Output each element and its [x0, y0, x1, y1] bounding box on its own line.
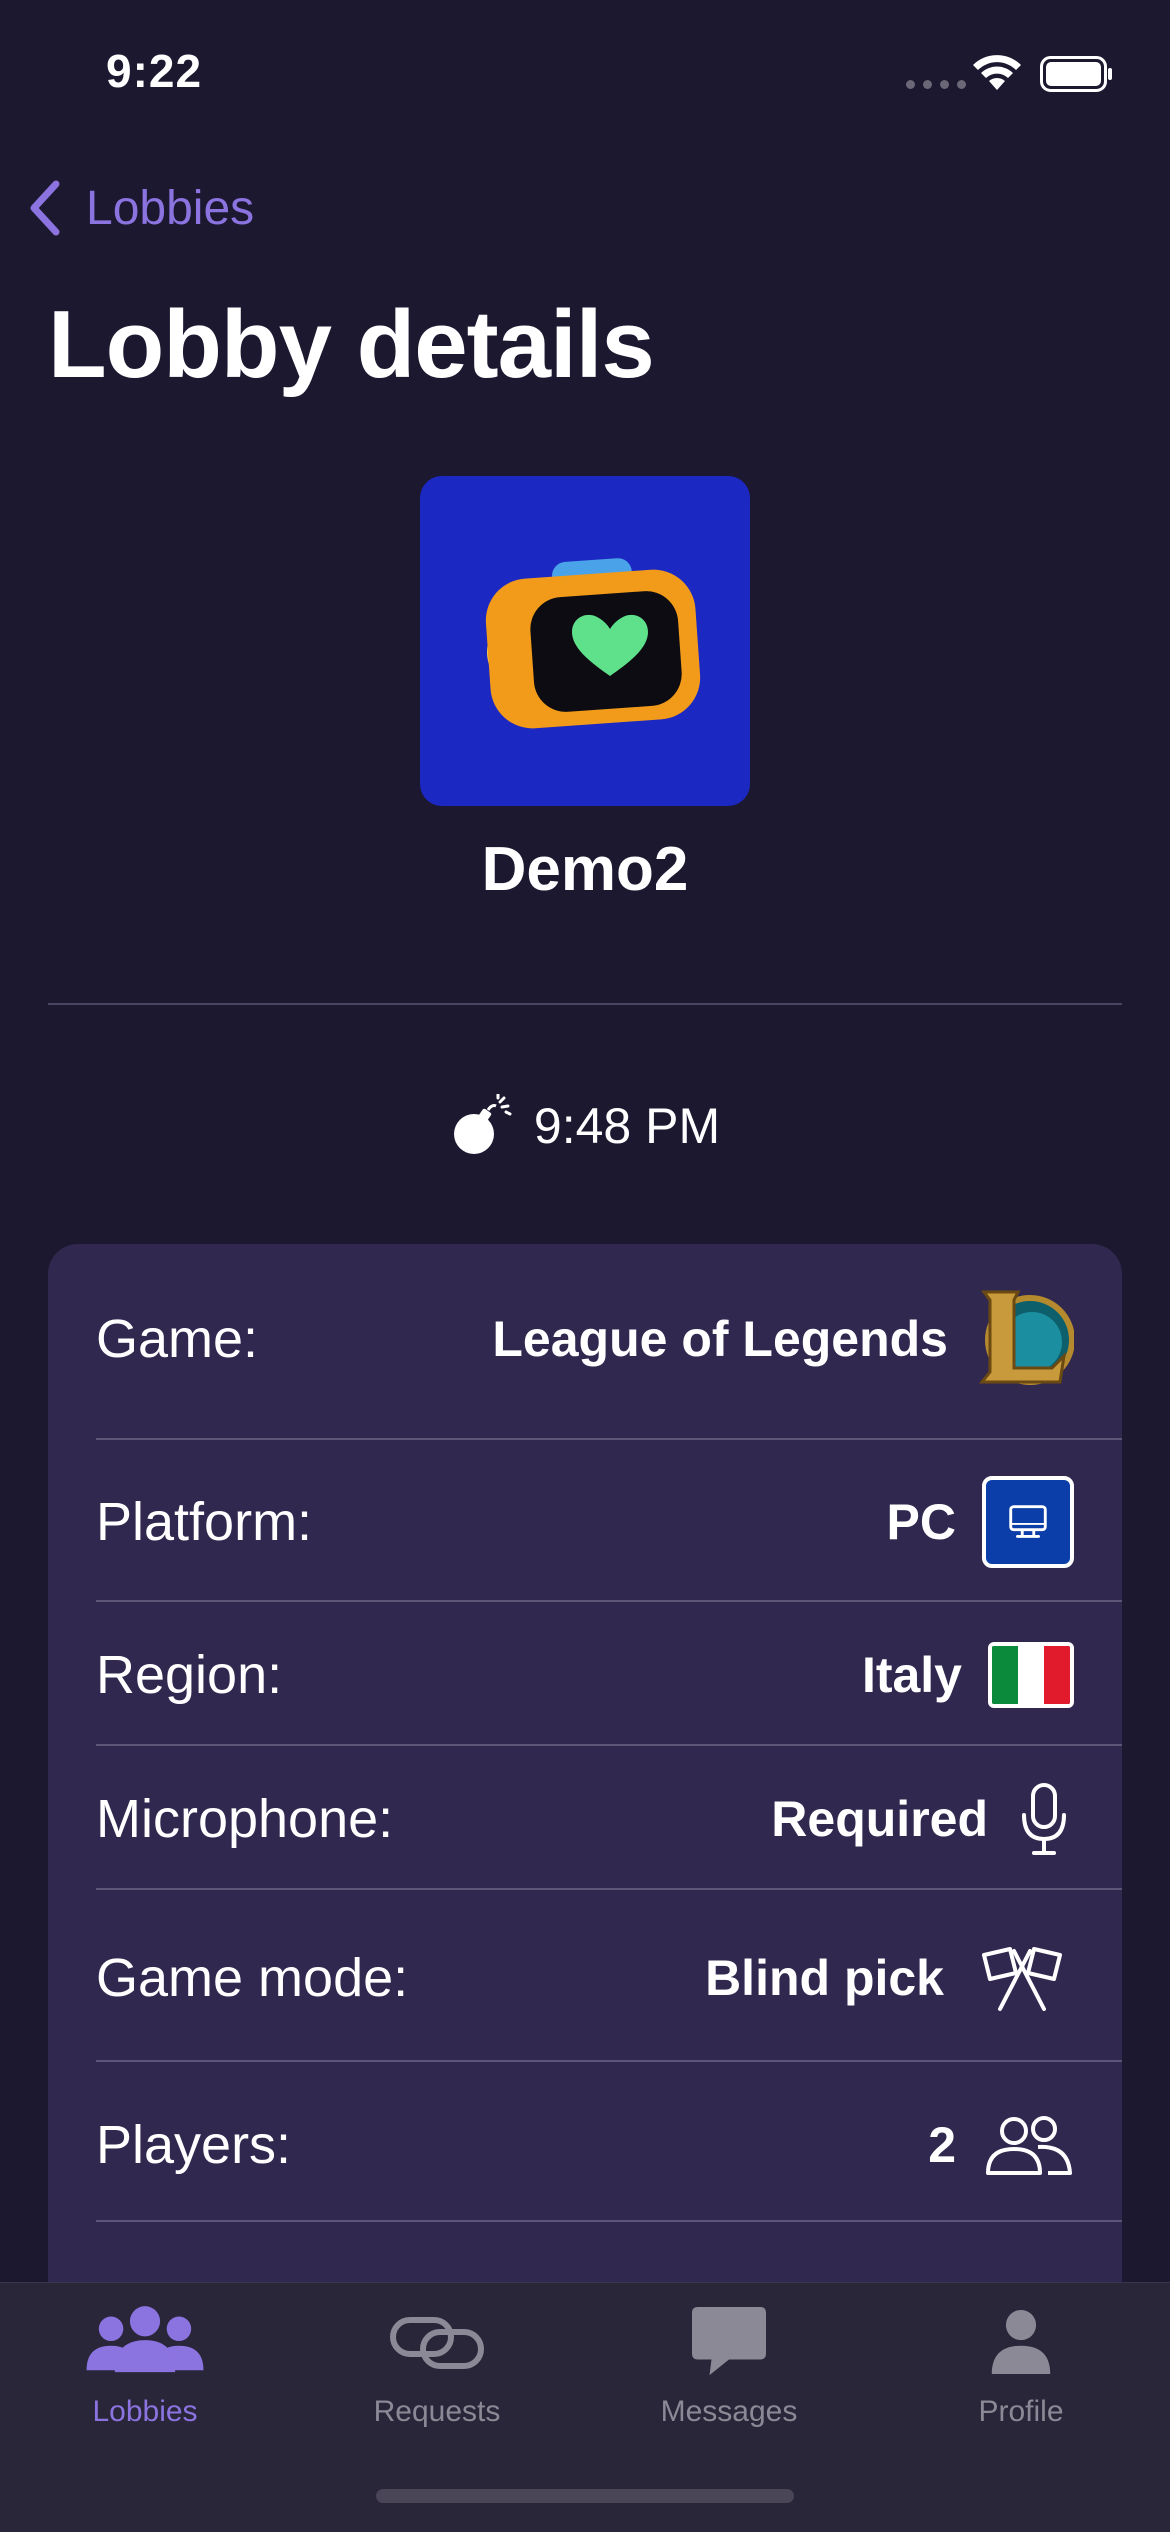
row-divider — [96, 1438, 1122, 1440]
italy-flag-icon — [988, 1642, 1074, 1708]
region-value: Italy — [861, 1647, 962, 1703]
detail-row-platform: Platform: PC — [96, 1452, 1074, 1592]
lobby-expiry: 9:48 PM — [0, 1090, 1170, 1162]
tab-bar: Lobbies Requests Messages Profile — [0, 2282, 1170, 2532]
detail-row-region: Region: Italy — [96, 1610, 1074, 1740]
lobby-name: Demo2 — [481, 835, 689, 904]
row-divider — [96, 2220, 1122, 2222]
league-of-legends-logo — [978, 1290, 1074, 1385]
wifi-icon — [973, 55, 1021, 90]
lobby-details-screen: 9:22 Lobbies Lobby details Demo2 9:48 PM… — [0, 0, 1170, 2532]
game-mode-value: Blind pick — [705, 1950, 944, 2006]
detail-row-game: Game: League of Legends — [96, 1284, 1074, 1394]
detail-row-game-mode: Game mode: Blind pick — [96, 1898, 1074, 2058]
people-group-icon — [75, 2297, 215, 2387]
tab-messages[interactable]: Messages — [584, 2297, 874, 2447]
row-divider — [96, 1744, 1122, 1746]
link-icon — [367, 2297, 507, 2387]
row-divider — [96, 1600, 1122, 1602]
microphone-value: Required — [771, 1791, 988, 1847]
lobby-avatar — [420, 476, 750, 806]
game-mode-label: Game mode: — [96, 1948, 409, 2008]
people-icon — [986, 2116, 1072, 2175]
person-icon — [951, 2297, 1091, 2387]
handheld-console-heart-icon — [485, 558, 701, 729]
status-time: 9:22 — [106, 45, 203, 97]
tab-label: Requests — [373, 2395, 501, 2428]
tab-label: Profile — [978, 2395, 1064, 2428]
page-title: Lobby details — [48, 291, 655, 398]
bomb-icon — [453, 1094, 512, 1154]
game-value: League of Legends — [492, 1311, 948, 1367]
back-button[interactable]: Lobbies — [26, 178, 254, 238]
row-divider — [96, 1888, 1122, 1890]
home-indicator — [376, 2489, 794, 2503]
crossed-flags-icon — [982, 1947, 1062, 2011]
players-value: 2 — [928, 2117, 956, 2173]
battery-icon — [1040, 56, 1112, 92]
back-label: Lobbies — [86, 181, 255, 235]
tab-profile[interactable]: Profile — [876, 2297, 1166, 2447]
detail-row-players: Players: 2 — [96, 2070, 1074, 2220]
tab-requests[interactable]: Requests — [292, 2297, 582, 2447]
platform-label: Platform: — [96, 1492, 313, 1552]
cellular-signal-icon — [906, 80, 966, 89]
platform-value: PC — [886, 1494, 956, 1550]
microphone-icon — [1022, 1783, 1066, 1855]
tab-label: Messages — [660, 2395, 798, 2428]
microphone-label: Microphone: — [96, 1789, 394, 1849]
chevron-left-icon — [30, 180, 60, 236]
row-divider — [96, 2060, 1122, 2062]
players-label: Players: — [96, 2115, 292, 2175]
expiry-time: 9:48 PM — [533, 1098, 721, 1154]
game-label: Game: — [96, 1309, 259, 1369]
divider — [48, 1003, 1122, 1005]
tab-lobbies[interactable]: Lobbies — [0, 2297, 290, 2447]
region-label: Region: — [96, 1645, 283, 1705]
desktop-icon — [982, 1476, 1074, 1568]
detail-row-microphone: Microphone: Required — [96, 1754, 1074, 1884]
status-bar: 9:22 — [0, 0, 1170, 140]
chat-bubble-icon — [659, 2297, 799, 2387]
tab-label: Lobbies — [92, 2395, 198, 2428]
